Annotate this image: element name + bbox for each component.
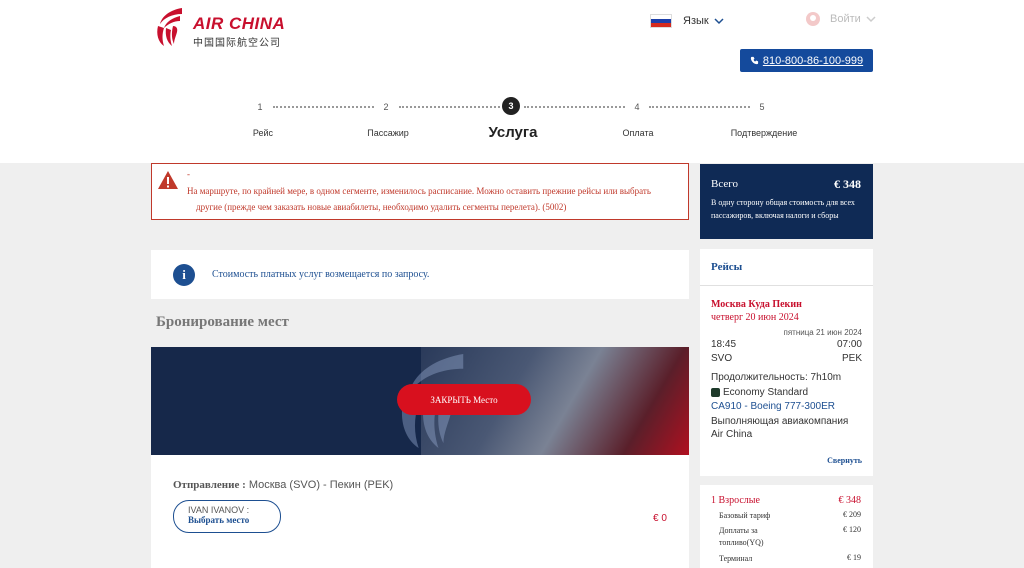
departure-route-value: Москва (SVO) - Пекин (PEK)	[248, 479, 394, 491]
step-connector	[649, 106, 750, 108]
fare-row-label: Терминал	[719, 554, 753, 563]
departure-time: 18:45	[711, 339, 737, 350]
cabin-class: Economy Standard	[711, 387, 808, 398]
phone-number: 810-800-86-100-999	[762, 54, 864, 67]
fare-row-value: € 19	[847, 553, 861, 562]
total-summary: Всего € 348 В одну сторону общая стоимос…	[700, 164, 873, 239]
phone-button[interactable]: 810-800-86-100-999	[740, 49, 873, 72]
fare-row-label: Базовый тариф	[719, 511, 771, 520]
phoenix-logo-icon	[157, 8, 182, 46]
departure-label: Отправление :	[173, 479, 246, 491]
step-4-number: 4	[634, 102, 640, 112]
paid-services-info: i Стоимость платных услуг возмещается по…	[151, 250, 689, 299]
total-label: Всего	[711, 178, 738, 190]
fare-row-value: € 120	[843, 525, 861, 534]
flight-duration: Продолжительность: 7h10m	[711, 372, 842, 383]
step-label-confirmation: Подтверждение	[730, 128, 798, 138]
alert-dash: -	[187, 169, 190, 179]
chevron-down-icon	[714, 18, 724, 25]
flight-route: Москва Куда Пекин	[711, 299, 802, 310]
close-seat-button[interactable]: ЗАКРЫТЬ Место	[397, 384, 531, 415]
step-label-flight: Рейс	[252, 128, 274, 138]
step-3-number: 3	[502, 97, 520, 115]
logo-text-cn: 中国国际航空公司	[193, 38, 281, 49]
arrival-date: пятница 21 июн 2024	[783, 328, 863, 337]
seat-booking-title: Бронирование мест	[156, 314, 289, 330]
language-selector[interactable]: Язык	[650, 12, 725, 30]
phone-icon	[750, 56, 758, 65]
info-icon: i	[173, 264, 195, 286]
chevron-down-icon	[866, 16, 876, 23]
flights-title: Рейсы	[711, 261, 743, 273]
russia-flag-icon	[650, 14, 672, 28]
operating-carrier: Выполняющая авиакомпания Air China	[711, 416, 849, 440]
arrival-time: 07:00	[836, 339, 862, 350]
alert-text: На маршруте, по крайней мере, в одном се…	[187, 183, 682, 215]
step-label-service: Услуга	[488, 124, 538, 141]
step-5-number: 5	[759, 102, 765, 112]
flight-number-link[interactable]: CA910 - Boeing 777-300ER	[711, 401, 835, 412]
fare-breakdown: 1 Взрослые € 348 Базовый тариф € 209 Доп…	[700, 485, 873, 568]
fare-row-value: € 209	[843, 510, 861, 519]
seat-booking-banner: ЗАКРЫТЬ Место	[151, 347, 689, 455]
flights-header: Рейсы	[700, 249, 873, 286]
seat-price: € 0	[653, 513, 667, 524]
cabin-class-icon	[711, 388, 720, 397]
departure-route: Отправление : Москва (SVO) - Пекин (PEK)	[173, 479, 393, 491]
info-text: Стоимость платных услуг возмещается по з…	[212, 269, 430, 280]
login-link[interactable]: Войти	[806, 12, 877, 26]
logo-text-en: AIR CHINA	[193, 14, 286, 33]
cabin-class-label: Economy Standard	[723, 387, 809, 398]
total-amount: € 348	[834, 177, 861, 191]
choose-seat-label: Выбрать место	[188, 515, 250, 525]
step-connector	[399, 106, 500, 108]
flight-date: четверг 20 июн 2024	[711, 312, 799, 323]
header: AIR CHINA 中国国际航空公司 Язык Войти 810-800-86…	[0, 0, 1024, 163]
alert-line-2: другие (прежде чем заказать новые авиаби…	[196, 202, 567, 212]
language-label: Язык	[683, 15, 709, 27]
arrival-airport-code: PEK	[841, 353, 862, 364]
step-connector	[273, 106, 374, 108]
adults-amount: € 348	[838, 495, 862, 506]
step-connector	[524, 106, 625, 108]
alert-line-1: На маршруте, по крайней мере, в одном се…	[187, 186, 651, 196]
fare-row-label: Доплаты за топливо(YQ)	[719, 526, 764, 547]
adults-label: 1 Взрослые	[711, 495, 760, 506]
air-china-logo[interactable]: AIR CHINA 中国国际航空公司	[152, 6, 292, 49]
user-avatar-icon	[806, 12, 820, 26]
collapse-link[interactable]: Свернуть	[827, 456, 862, 465]
step-label-passenger: Пассажир	[367, 128, 409, 138]
flights-panel: Рейсы Москва Куда Пекин четверг 20 июн 2…	[700, 249, 873, 476]
step-label-payment: Оплата	[622, 128, 654, 138]
passenger-seat-section: Отправление : Москва (SVO) - Пекин (PEK)…	[151, 455, 689, 568]
step-1-number: 1	[257, 102, 263, 112]
total-description: В одну сторону общая стоимость для всех …	[711, 198, 855, 220]
login-label: Войти	[830, 13, 861, 25]
step-2-number: 2	[383, 102, 389, 112]
passenger-name: IVAN IVANOV :	[188, 505, 250, 515]
departure-airport-code: SVO	[711, 353, 733, 364]
choose-seat-button[interactable]: IVAN IVANOV : Выбрать место	[173, 500, 281, 533]
schedule-change-alert: - На маршруте, по крайней мере, в одном …	[151, 163, 689, 220]
warning-icon	[158, 171, 178, 189]
